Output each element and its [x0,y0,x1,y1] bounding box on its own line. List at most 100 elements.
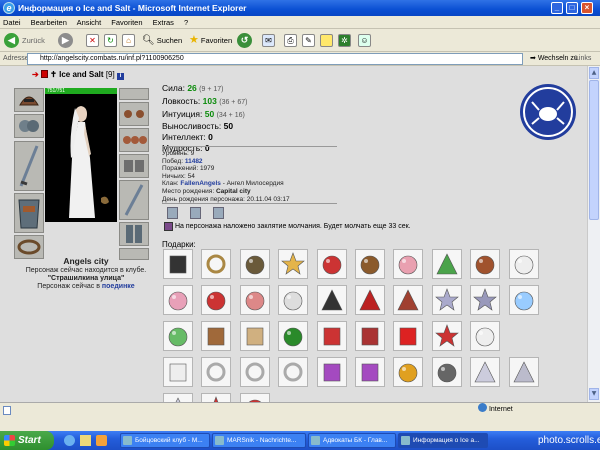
gift-item[interactable] [278,285,309,315]
gift-item[interactable] [163,393,193,402]
armor-slot[interactable] [14,193,44,233]
scroll-down-icon[interactable]: ▼ [589,388,599,400]
ring-slot-1[interactable] [119,88,149,100]
quicklaunch-ie-icon[interactable] [64,435,75,446]
gift-item[interactable] [239,357,270,387]
rings-slot[interactable] [119,128,149,152]
fight-link[interactable]: поединке [102,283,135,290]
notes-button[interactable] [320,32,333,49]
home-button[interactable]: ⌂ [122,32,135,49]
gift-item[interactable] [201,357,232,387]
gift-item[interactable] [278,321,309,351]
amulet-slot[interactable] [119,102,149,126]
links-button[interactable]: Links [575,52,591,66]
gift-item[interactable] [355,357,385,387]
gift-item[interactable] [278,357,309,387]
gift-item[interactable] [508,285,539,315]
vertical-scrollbar[interactable]: ▲ ▼ [587,66,600,402]
gift-item[interactable] [278,249,309,279]
menu-view[interactable]: Ansicht [77,18,102,27]
go-button[interactable]: ➡ Wechseln zu [530,52,578,66]
badge-icon-1[interactable] [167,207,178,219]
gift-item[interactable] [355,321,385,351]
menu-tools[interactable]: Extras [153,18,174,27]
stop-button[interactable]: ✕ [86,32,99,49]
weapon-slot-right[interactable] [119,180,149,220]
gift-item[interactable] [393,357,424,387]
gift-item[interactable] [163,357,193,387]
gift-item[interactable] [316,249,347,279]
print-button[interactable]: ⎙ [284,32,297,49]
history-button[interactable]: ↺ [237,32,252,49]
gift-item[interactable] [470,249,501,279]
badge-icon-2[interactable] [190,207,201,219]
task-item-2[interactable]: MARSnik - Nachrichte... [212,433,306,448]
gift-item[interactable] [239,249,270,279]
gift-item[interactable] [355,285,385,315]
gift-item[interactable] [470,321,501,351]
horse-red-icon [359,289,381,311]
close-button[interactable]: × [581,2,593,14]
gift-item[interactable] [355,249,385,279]
gift-item[interactable] [201,249,232,279]
favorites-button[interactable]: ★ Favoriten [189,32,232,49]
gloves-slot[interactable] [14,114,44,138]
gift-item[interactable] [316,321,347,351]
scroll-up-icon[interactable]: ▲ [589,67,599,79]
clan-link[interactable]: FallenAngels [180,180,220,187]
mail-button[interactable]: ✉ [262,32,275,49]
task-item-3[interactable]: Адвокаты БК - Глав... [308,433,396,448]
gift-item[interactable] [239,321,270,351]
menu-help[interactable]: ? [184,18,188,27]
badge-icon-3[interactable] [213,207,224,219]
stat-agility: Ловкость: 103 (36 + 67) [162,95,248,106]
gift-item[interactable] [163,321,193,351]
weapon-slot-left[interactable] [14,141,44,191]
gift-item[interactable] [431,249,462,279]
maximize-button[interactable]: □ [566,2,578,14]
gift-item[interactable] [431,357,462,387]
leggings-slot[interactable] [119,222,149,246]
quicklaunch-desktop-icon[interactable] [80,435,91,446]
gift-item[interactable] [470,285,501,315]
messenger-button[interactable]: ☺ [358,32,371,49]
bracers-slot[interactable] [119,154,149,178]
gift-item[interactable] [393,321,424,351]
amulet-icon [124,110,144,118]
gift-item[interactable] [316,285,347,315]
gift-item[interactable] [470,357,501,387]
gift-item[interactable] [393,285,424,315]
gift-item[interactable] [201,321,232,351]
info-icon[interactable]: i [116,73,124,80]
refresh-button[interactable]: ↻ [104,32,117,49]
scroll-thumb[interactable] [589,80,599,220]
gift-item[interactable] [393,249,424,279]
back-button[interactable]: ◀ Zurück [4,32,45,49]
menu-edit[interactable]: Bearbeiten [31,18,67,27]
quicklaunch-media-icon[interactable] [96,435,107,446]
gift-item[interactable] [163,285,193,315]
gift-item[interactable] [508,357,539,387]
gift-item[interactable] [431,321,462,351]
gift-item[interactable] [239,393,270,402]
gift-item[interactable] [201,393,232,402]
menu-file[interactable]: Datei [3,18,21,27]
teddy-red-icon [245,291,265,311]
start-button[interactable]: Start [0,431,54,450]
minimize-button[interactable]: _ [551,2,563,14]
search-button[interactable]: 🔍︎ Suchen [142,32,182,49]
address-input[interactable]: http://angelscity.combats.ru/inf.pl?1100… [27,53,523,65]
plugin-button[interactable]: ✲ [338,32,351,49]
edit-button[interactable]: ✎ [302,32,315,49]
gift-item[interactable] [239,285,270,315]
helmet-slot[interactable] [14,88,44,112]
gift-item[interactable] [431,285,462,315]
gift-item[interactable] [163,249,193,279]
forward-button[interactable]: ▶ [58,32,73,49]
gift-item[interactable] [201,285,232,315]
task-item-4[interactable]: Информация о Ice a... [398,433,488,448]
menu-favorites[interactable]: Favoriten [111,18,142,27]
gift-item[interactable] [508,249,539,279]
gift-item[interactable] [316,357,347,387]
task-item-1[interactable]: Бойцовский клуб - M... [120,433,210,448]
